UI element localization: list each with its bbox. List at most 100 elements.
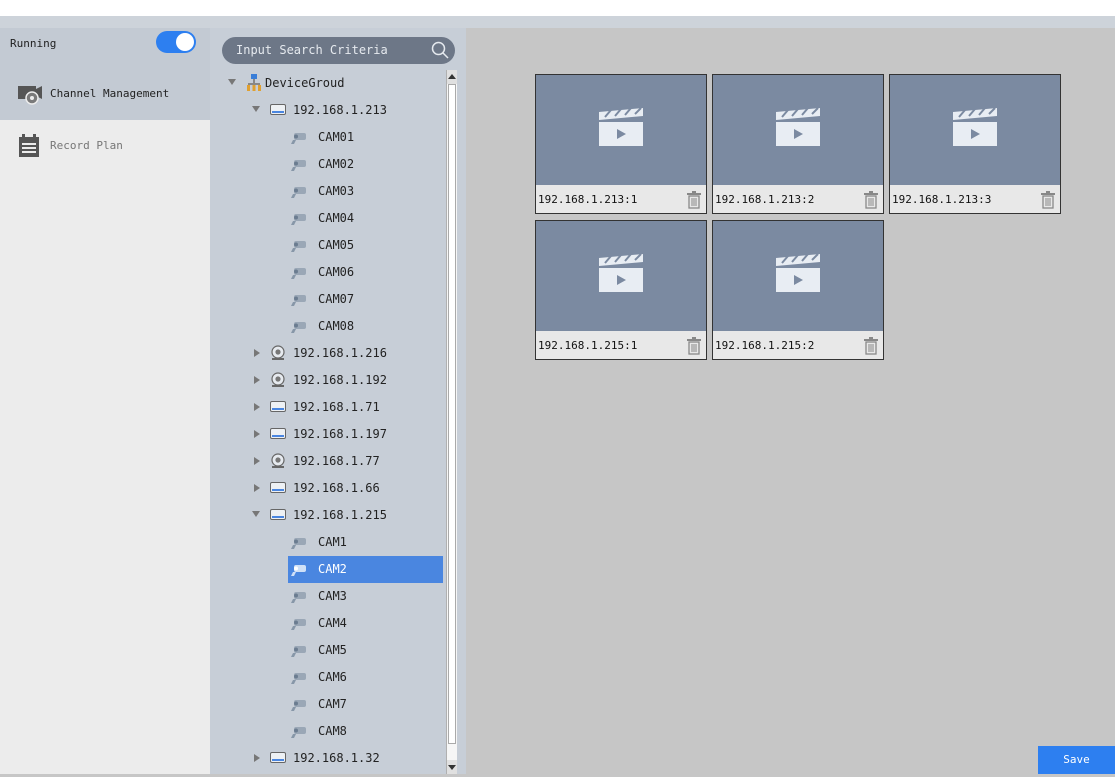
tree-device[interactable]: 192.168.1.216 (210, 340, 446, 367)
camera-icon (290, 320, 308, 337)
delete-icon[interactable] (1040, 191, 1056, 209)
ip-camera-icon (270, 372, 286, 391)
video-clapper-icon (776, 254, 820, 292)
expand-arrow-icon[interactable] (228, 79, 236, 85)
tree-channel[interactable]: CAM7 (210, 691, 446, 718)
delete-icon[interactable] (863, 191, 879, 209)
channel-management-icon (18, 86, 42, 105)
tree-device[interactable]: 192.168.1.66 (210, 475, 446, 502)
collapse-arrow-icon[interactable] (252, 511, 260, 517)
tree-node-label: 192.168.1.192 (293, 373, 387, 387)
tree-scrollbar[interactable] (446, 70, 457, 774)
tree-node-label: 192.168.1.197 (293, 427, 387, 441)
tree-channel[interactable]: CAM08 (210, 313, 446, 340)
camera-icon (290, 158, 308, 175)
camera-icon (290, 671, 308, 688)
scroll-up-icon[interactable] (447, 70, 457, 84)
scrollbar-thumb[interactable] (448, 84, 456, 744)
search-input[interactable]: Input Search Criteria (222, 37, 455, 64)
tree-channel[interactable]: CAM3 (210, 583, 446, 610)
tree-device[interactable]: 192.168.1.197 (210, 421, 446, 448)
delete-icon[interactable] (686, 191, 702, 209)
tree-root[interactable]: DeviceGroud (210, 70, 446, 97)
video-thumbnail[interactable] (890, 75, 1060, 185)
nvr-icon (270, 399, 286, 416)
tree-channel[interactable]: CAM06 (210, 259, 446, 286)
tree-device[interactable]: 192.168.1.215 (210, 502, 446, 529)
camera-icon (290, 131, 308, 148)
tree-node-label: 192.168.1.32 (293, 751, 380, 765)
device-group-icon (247, 74, 261, 91)
tree-device[interactable]: 192.168.1.192 (210, 367, 446, 394)
camera-icon (290, 185, 308, 202)
channel-label: 192.168.1.213:2 (715, 193, 815, 206)
delete-icon[interactable] (686, 337, 702, 355)
tree-node-label: CAM3 (318, 589, 347, 603)
expand-arrow-icon[interactable] (254, 754, 260, 762)
camera-icon (290, 644, 308, 661)
video-thumbnail[interactable] (536, 221, 706, 331)
channel-grid: 192.168.1.213:1 192.168.1.213:2 192.168.1.… (466, 28, 1115, 774)
tree-device[interactable]: 192.168.1.71 (210, 394, 446, 421)
channel-label: 192.168.1.213:3 (892, 193, 992, 206)
expand-arrow-icon[interactable] (254, 484, 260, 492)
scroll-down-icon[interactable] (447, 760, 457, 774)
tree-node-label: CAM02 (318, 157, 355, 171)
tree-channel[interactable]: CAM8 (210, 718, 446, 745)
running-toggle[interactable] (156, 31, 196, 53)
sidebar-item-record-plan[interactable]: Record Plan (0, 120, 210, 172)
tree-channel[interactable]: CAM01 (210, 124, 446, 151)
expand-arrow-icon[interactable] (254, 457, 260, 465)
video-clapper-icon (953, 108, 997, 146)
sidebar-item-channel-management[interactable]: Channel Management (0, 68, 210, 120)
tree-channel[interactable]: CAM04 (210, 205, 446, 232)
tree-channel[interactable]: CAM07 (210, 286, 446, 313)
tree-device[interactable]: 192.168.1.213 (210, 97, 446, 124)
tree-channel[interactable]: CAM1 (210, 529, 446, 556)
tree-channel[interactable]: CAM03 (210, 178, 446, 205)
camera-icon (290, 698, 308, 715)
search-icon[interactable] (431, 41, 449, 59)
tree-node-label: CAM8 (318, 724, 347, 738)
camera-icon (290, 563, 308, 580)
tree-node-label: CAM5 (318, 643, 347, 657)
tree-device[interactable]: 192.168.1.77 (210, 448, 446, 475)
camera-icon (290, 293, 308, 310)
tree-channel[interactable]: CAM2 (288, 556, 443, 583)
channel-tile[interactable]: 192.168.1.215:1 (535, 220, 707, 360)
tree-node-label: 192.168.1.213 (293, 103, 387, 117)
expand-arrow-icon[interactable] (254, 376, 260, 384)
tree-root-label: DeviceGroud (265, 76, 345, 90)
top-bar (0, 0, 1115, 16)
delete-icon[interactable] (863, 337, 879, 355)
tree-device[interactable]: 192.168.1.32 (210, 745, 446, 772)
channel-tile[interactable]: 192.168.1.215:2 (712, 220, 884, 360)
sidebar: Running Channel Management Record Plan (0, 28, 210, 774)
tree-node-label: CAM1 (318, 535, 347, 549)
expand-arrow-icon[interactable] (254, 430, 260, 438)
tree-node-label: CAM2 (318, 562, 347, 576)
channel-tile[interactable]: 192.168.1.213:2 (712, 74, 884, 214)
channel-tile[interactable]: 192.168.1.213:1 (535, 74, 707, 214)
nvr-icon (270, 426, 286, 443)
tree-node-label: CAM08 (318, 319, 355, 333)
tree-node-label: CAM4 (318, 616, 347, 630)
collapse-arrow-icon[interactable] (252, 106, 260, 112)
tree-channel[interactable]: CAM02 (210, 151, 446, 178)
nvr-icon (270, 507, 286, 524)
video-thumbnail[interactable] (536, 75, 706, 185)
video-thumbnail[interactable] (713, 221, 883, 331)
save-button[interactable]: Save (1038, 746, 1115, 774)
tree-channel[interactable]: CAM5 (210, 637, 446, 664)
tree-channel[interactable]: CAM6 (210, 664, 446, 691)
tree-channel[interactable]: CAM05 (210, 232, 446, 259)
tree-channel[interactable]: CAM4 (210, 610, 446, 637)
expand-arrow-icon[interactable] (254, 403, 260, 411)
record-plan-icon (19, 134, 39, 157)
video-thumbnail[interactable] (713, 75, 883, 185)
sidebar-item-label: Channel Management (50, 87, 170, 100)
channel-tile[interactable]: 192.168.1.213:3 (889, 74, 1061, 214)
expand-arrow-icon[interactable] (254, 349, 260, 357)
camera-icon (290, 266, 308, 283)
tree-node-label: 192.168.1.215 (293, 508, 387, 522)
